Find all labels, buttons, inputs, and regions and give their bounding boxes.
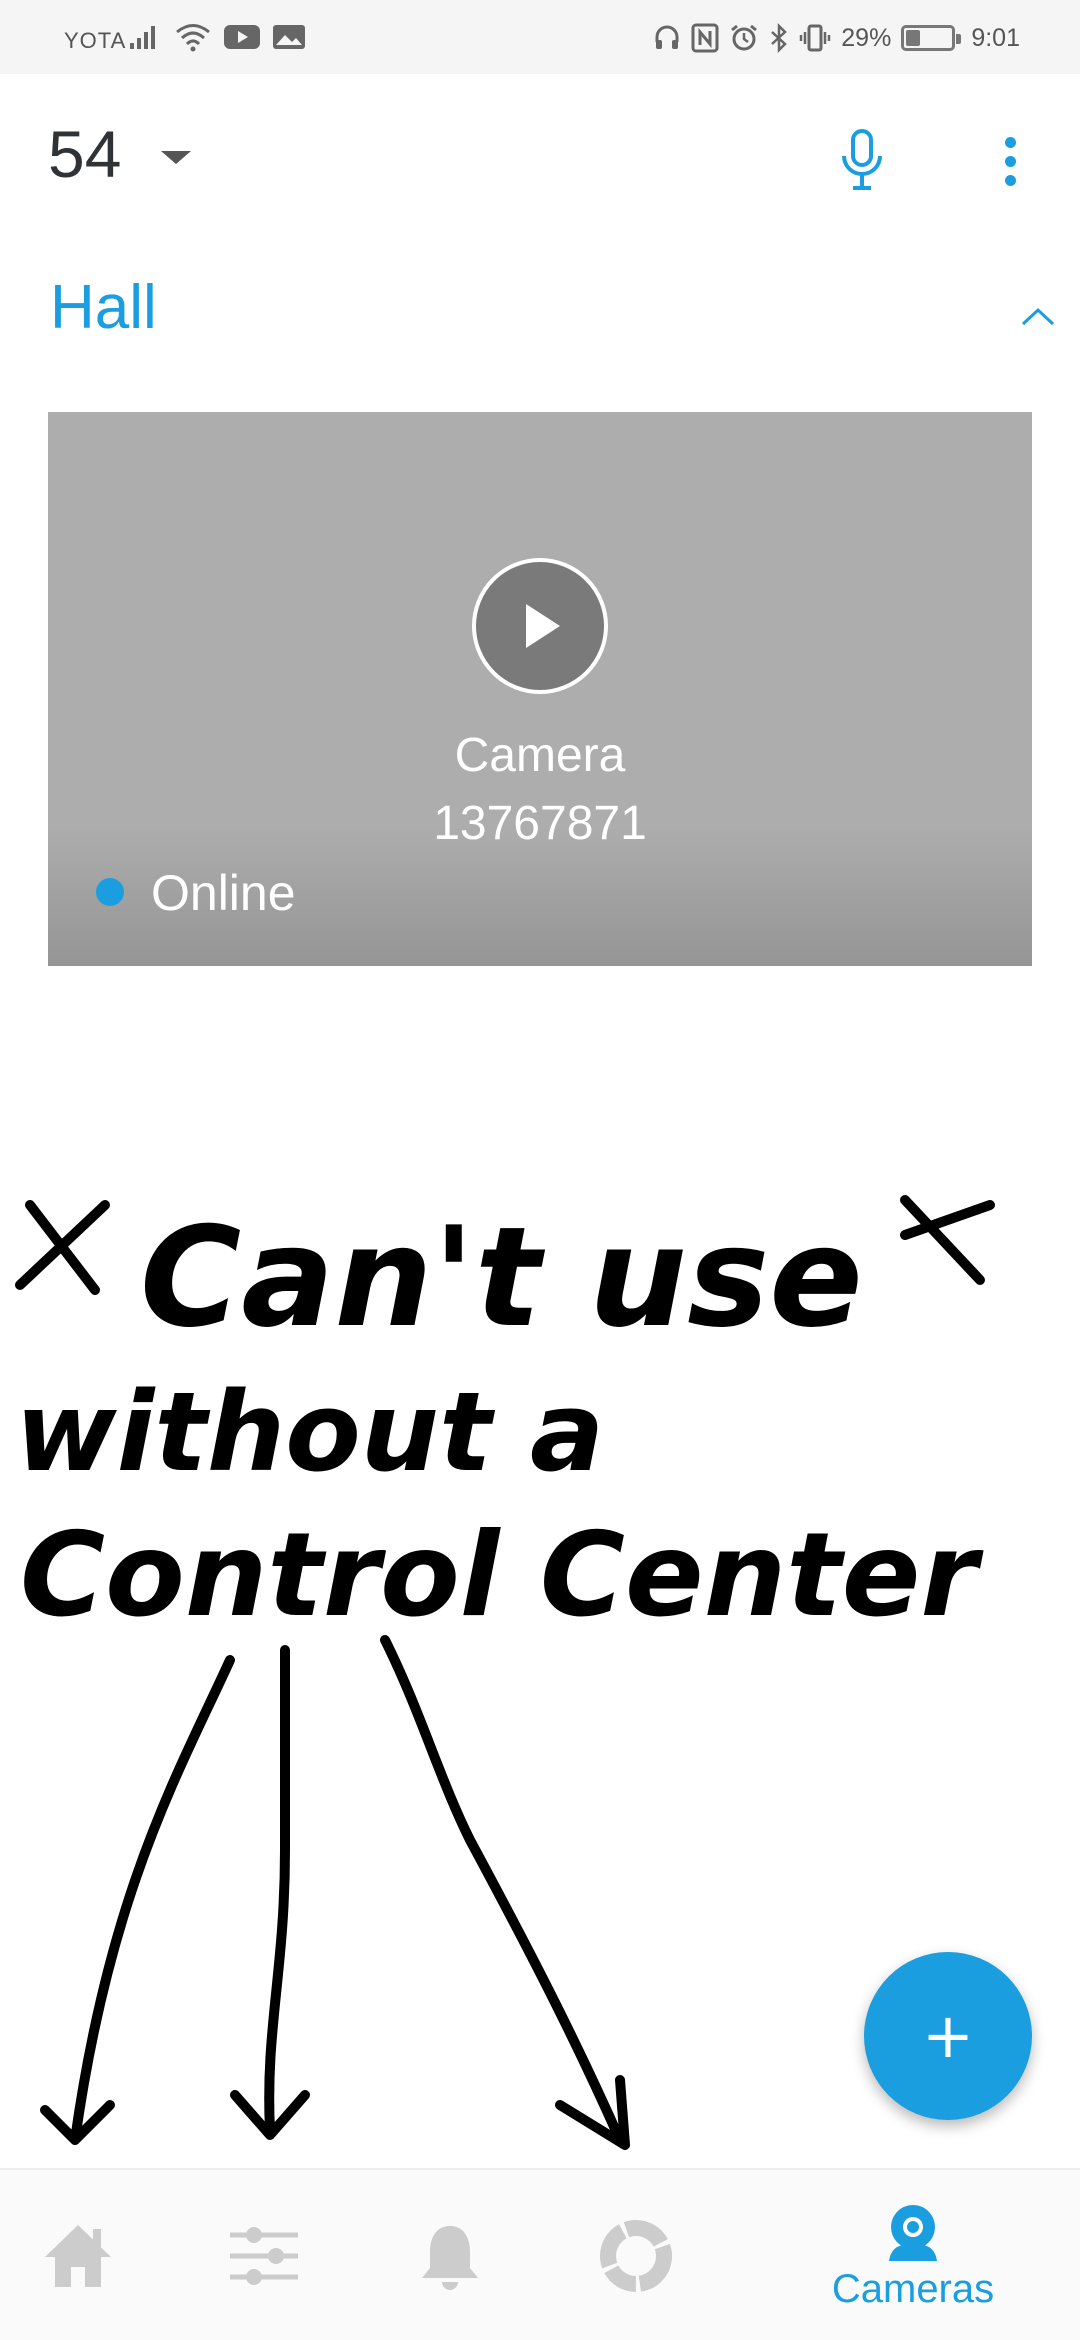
- app-header: 54: [0, 74, 1080, 238]
- nav-cameras[interactable]: Cameras: [808, 2170, 1018, 2340]
- group-title: Hall: [50, 273, 157, 342]
- donut-icon: [600, 2220, 672, 2292]
- chevron-up-icon: [1021, 307, 1055, 326]
- camera-card[interactable]: Camera 13767871 Online: [48, 412, 1032, 966]
- nav-settings[interactable]: [208, 2170, 320, 2340]
- collapse-button[interactable]: [1018, 296, 1058, 336]
- nav-notifications[interactable]: [394, 2170, 506, 2340]
- nfc-icon: [691, 23, 719, 53]
- chevron-down-icon: [161, 150, 192, 164]
- camera-id: 13767871: [433, 797, 647, 850]
- nav-status[interactable]: [580, 2170, 692, 2340]
- x-mark-left: [15, 1200, 110, 1295]
- alarm-icon: [729, 23, 759, 53]
- annotation-line-3: Control Center: [20, 1508, 984, 1643]
- camera-name: Camera: [454, 729, 626, 782]
- group-header[interactable]: Hall: [0, 238, 1080, 378]
- arrow-3: [380, 1635, 630, 2150]
- status-bar: YOTA 29% 9:01: [0, 0, 1080, 74]
- add-button[interactable]: +: [864, 1952, 1032, 2120]
- site-number: 54: [48, 117, 122, 191]
- bluetooth-icon: [769, 23, 789, 53]
- battery-percent: 29%: [841, 23, 892, 52]
- microphone-icon: [842, 129, 882, 190]
- wifi-icon: [174, 22, 212, 52]
- battery-icon: [901, 25, 962, 51]
- home-icon: [45, 2225, 111, 2287]
- status-dot: [96, 878, 124, 906]
- headphones-icon: [653, 24, 681, 52]
- nav-home[interactable]: [22, 2170, 134, 2340]
- bell-icon: [422, 2226, 478, 2290]
- more-vert-icon: [1004, 136, 1016, 148]
- sliders-icon: [230, 2227, 298, 2285]
- microphone-button[interactable]: [834, 126, 890, 196]
- play-button[interactable]: [472, 558, 608, 694]
- clock: 9:01: [971, 23, 1020, 52]
- signal-icon: [128, 23, 162, 51]
- camera-status: Online: [151, 865, 296, 921]
- bottom-navigation: Cameras: [0, 2168, 1080, 2340]
- nav-cameras-label: Cameras: [831, 2266, 995, 2311]
- play-icon: [526, 604, 560, 648]
- annotation-line-2: without a: [15, 1368, 604, 1496]
- status-left-icons: [128, 20, 306, 54]
- carrier-label: YOTA: [64, 28, 127, 53]
- add-icon: +: [922, 1999, 974, 2072]
- youtube-icon: [224, 24, 260, 50]
- arrow-1: [40, 1655, 235, 2145]
- vibrate-icon: [799, 23, 831, 53]
- arrow-2: [230, 1645, 310, 2140]
- battery-level: [906, 30, 921, 46]
- gallery-icon: [272, 23, 306, 51]
- camera-icon: [889, 2204, 937, 2261]
- more-options-button[interactable]: [990, 126, 1030, 196]
- status-right-group: 29% 9:01: [653, 18, 1020, 58]
- x-mark-right: [900, 1195, 995, 1285]
- annotation-line-1: Can't use: [140, 1197, 863, 1358]
- site-selector[interactable]: 54: [48, 116, 192, 192]
